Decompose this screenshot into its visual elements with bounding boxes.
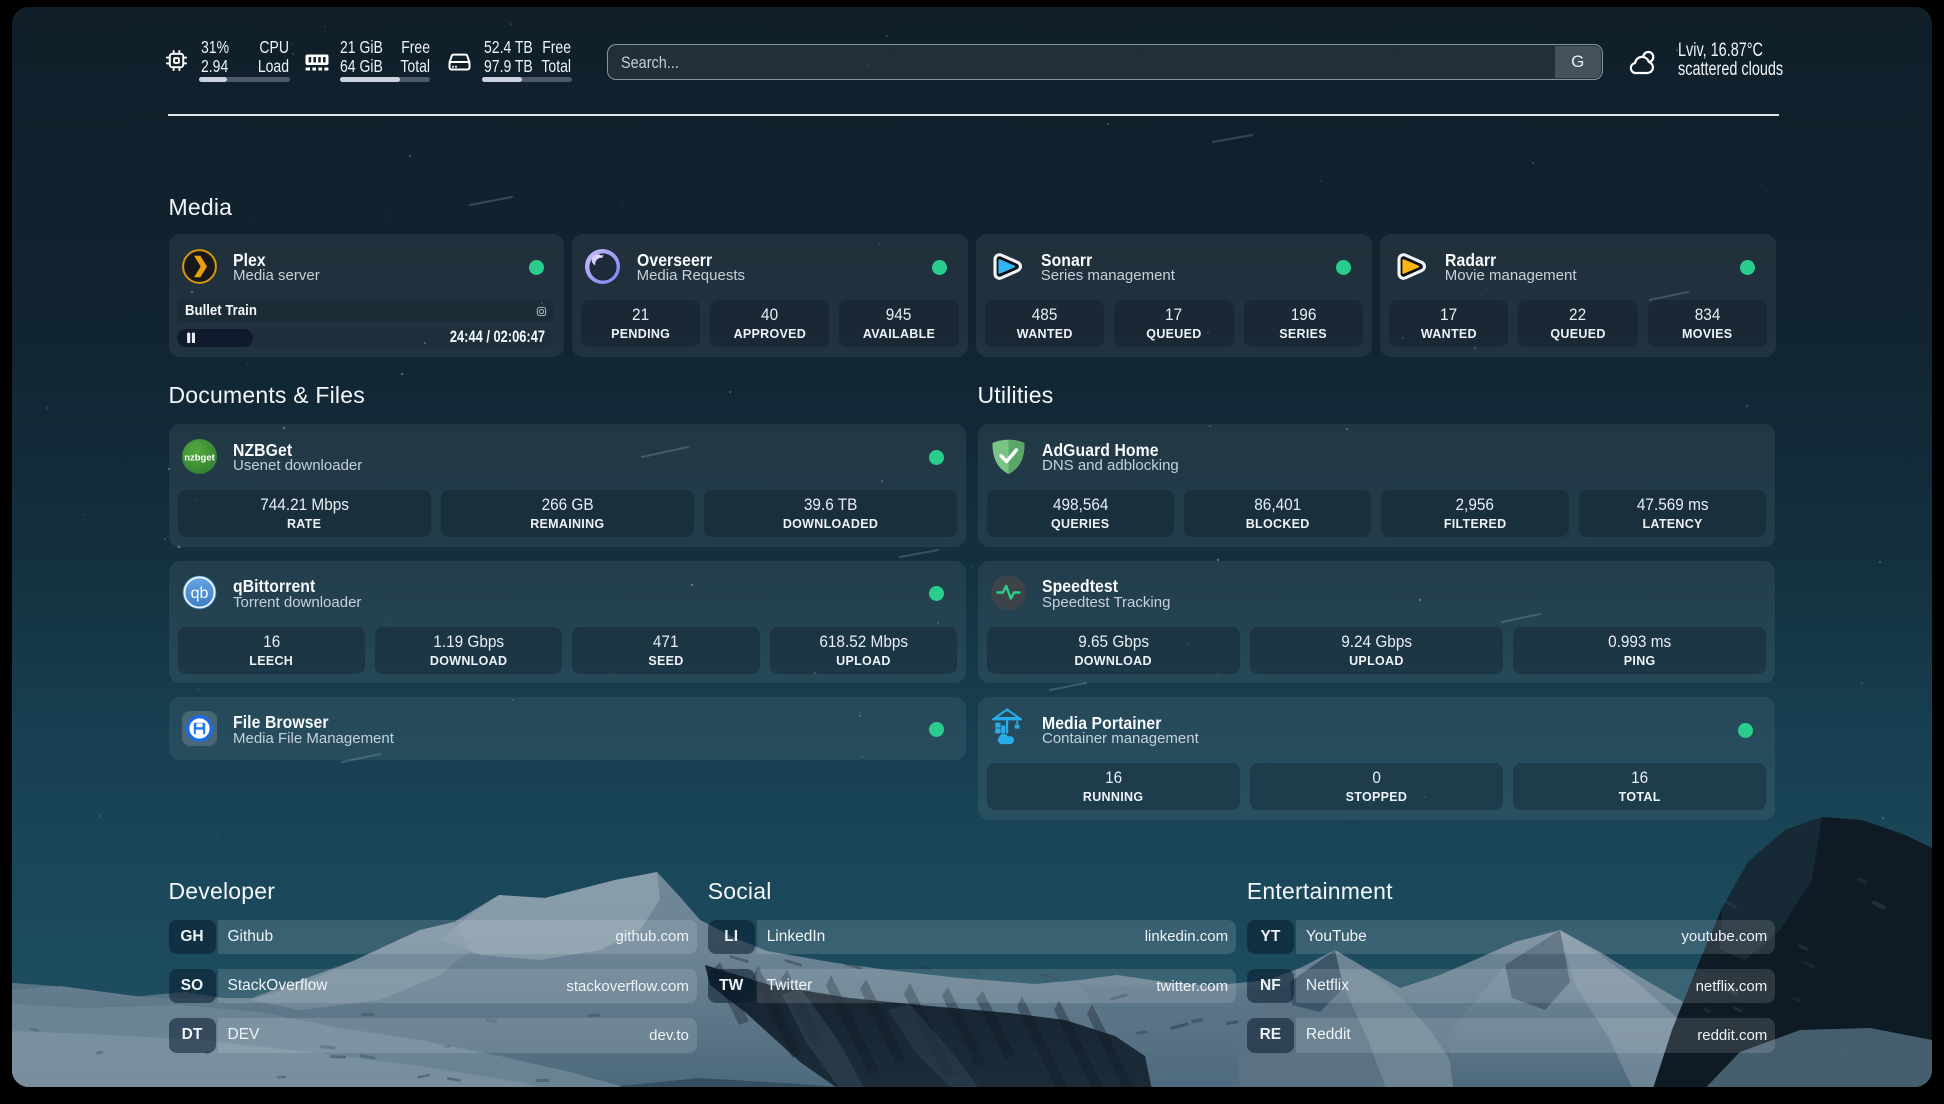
svg-text:qb: qb bbox=[190, 585, 208, 602]
svg-text:nzbget: nzbget bbox=[184, 452, 215, 463]
